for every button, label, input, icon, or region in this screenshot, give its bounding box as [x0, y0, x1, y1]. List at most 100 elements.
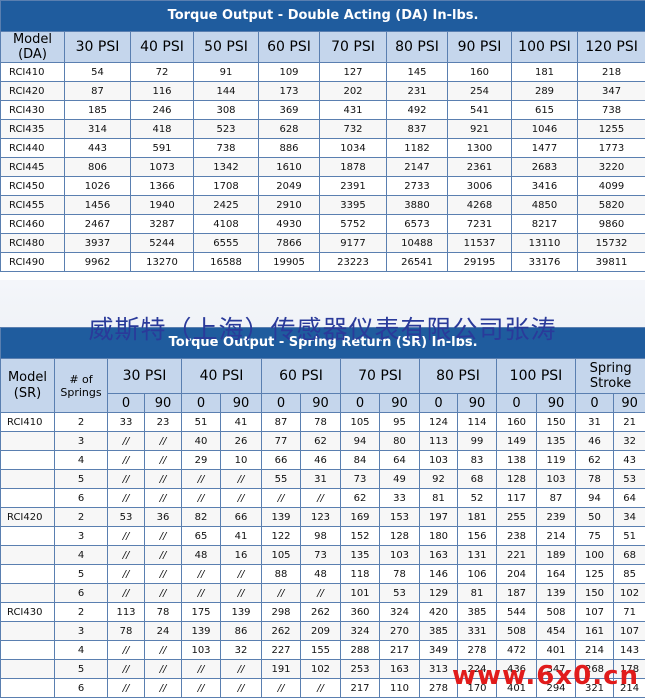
da-value-cell: 3395	[320, 196, 387, 215]
sr-value-cell: 78	[108, 622, 145, 641]
da-value-cell: 173	[259, 82, 320, 101]
sr-value-cell: 139	[221, 603, 262, 622]
sr-value-cell: 81	[420, 489, 458, 508]
da-value-cell: 218	[578, 63, 645, 82]
da-value-cell: 127	[320, 63, 387, 82]
sr-header-row: Model(SR) # ofSprings 30 PSI 40 PSI 60 P…	[1, 359, 645, 394]
da-value-cell: 109	[259, 63, 320, 82]
da-value-cell: 418	[131, 120, 194, 139]
sr-value-cell: 238	[497, 527, 537, 546]
sr-value-cell: //	[145, 470, 182, 489]
sr-value-cell: 385	[458, 603, 497, 622]
sr-value-cell: 401	[537, 641, 576, 660]
table-row: 5////////88481187814610620416412585	[1, 565, 645, 584]
sr-model-cell	[1, 451, 55, 470]
sr-springs-header: # ofSprings	[55, 359, 108, 413]
sr-value-cell: //	[108, 451, 145, 470]
sr-springs-cell: 5	[55, 470, 108, 489]
da-value-cell: 181	[512, 63, 578, 82]
sr-value-cell: 420	[420, 603, 458, 622]
da-value-cell: 202	[320, 82, 387, 101]
sr-value-cell: 106	[458, 565, 497, 584]
sr-value-cell: 288	[341, 641, 380, 660]
sr-value-cell: 161	[576, 622, 614, 641]
da-psi-header: 40 PSI	[131, 32, 194, 63]
sr-value-cell: 98	[301, 527, 341, 546]
sr-psi-header: 70 PSI	[341, 359, 420, 394]
sr-stroke-header: SpringStroke	[576, 359, 645, 394]
da-value-cell: 369	[259, 101, 320, 120]
sr-value-cell: 36	[145, 508, 182, 527]
sr-value-cell: 41	[221, 413, 262, 432]
company-watermark: 威斯特（上海）传感器仪表有限公司张涛	[0, 310, 645, 346]
sr-angle-header: 90	[458, 394, 497, 413]
sr-value-cell: 189	[537, 546, 576, 565]
sr-springs-cell: 6	[55, 679, 108, 698]
sr-value-cell: 149	[497, 432, 537, 451]
da-value-cell: 347	[578, 82, 645, 101]
sr-value-cell: 68	[458, 470, 497, 489]
sr-springs-cell: 5	[55, 565, 108, 584]
sr-value-cell: //	[182, 489, 221, 508]
table-row: RCI43531441852362873283792110461255	[1, 120, 645, 139]
sr-value-cell: 26	[221, 432, 262, 451]
sr-angle-header: 90	[380, 394, 420, 413]
da-value-cell: 11537	[448, 234, 512, 253]
sr-value-cell: 103	[537, 470, 576, 489]
da-value-cell: 431	[320, 101, 387, 120]
da-model-cell: RCI430	[1, 101, 65, 120]
sr-value-cell: 16	[221, 546, 262, 565]
sr-value-cell: 187	[497, 584, 537, 603]
da-value-cell: 886	[259, 139, 320, 158]
sr-value-cell: //	[145, 451, 182, 470]
table-row: RCI4458061073134216101878214723612683322…	[1, 158, 645, 177]
sr-springs-cell: 2	[55, 603, 108, 622]
da-value-cell: 738	[194, 139, 259, 158]
sr-value-cell: 181	[458, 508, 497, 527]
da-value-cell: 23223	[320, 253, 387, 272]
sr-torque-table: Torque Output - Spring Return (SR) In-lb…	[0, 327, 645, 698]
da-value-cell: 541	[448, 101, 512, 120]
sr-value-cell: 102	[301, 660, 341, 679]
da-value-cell: 54	[65, 63, 131, 82]
sr-value-cell: 508	[497, 622, 537, 641]
sr-value-cell: 52	[458, 489, 497, 508]
sr-angle-header: 0	[262, 394, 301, 413]
da-table-title: Torque Output - Double Acting (DA) In-lb…	[1, 1, 645, 32]
da-value-cell: 16588	[194, 253, 259, 272]
table-row: RCI4803937524465557866917710488115371311…	[1, 234, 645, 253]
da-value-cell: 6555	[194, 234, 259, 253]
sr-value-cell: 53	[108, 508, 145, 527]
da-model-cell: RCI445	[1, 158, 65, 177]
sr-value-cell: 49	[380, 470, 420, 489]
da-psi-header: 100 PSI	[512, 32, 578, 63]
sr-value-cell: 41	[221, 527, 262, 546]
table-row: RCI4602467328741084930575265737231821798…	[1, 215, 645, 234]
sr-value-cell: //	[182, 660, 221, 679]
sr-value-cell: //	[182, 565, 221, 584]
da-value-cell: 3416	[512, 177, 578, 196]
sr-value-cell: //	[221, 660, 262, 679]
sr-value-cell: 105	[262, 546, 301, 565]
sr-model-cell	[1, 470, 55, 489]
sr-value-cell: 131	[458, 546, 497, 565]
sr-value-cell: //	[108, 432, 145, 451]
sr-value-cell: 204	[497, 565, 537, 584]
sr-value-cell: 544	[497, 603, 537, 622]
table-row: 5////////5531734992681281037853	[1, 470, 645, 489]
sr-value-cell: 214	[537, 527, 576, 546]
sr-psi-header: 30 PSI	[108, 359, 182, 394]
sr-value-cell: 191	[262, 660, 301, 679]
da-value-cell: 921	[448, 120, 512, 139]
sr-springs-cell: 6	[55, 584, 108, 603]
sr-model-cell	[1, 432, 55, 451]
da-model-cell: RCI420	[1, 82, 65, 101]
sr-model-cell: RCI410	[1, 413, 55, 432]
sr-springs-cell: 3	[55, 432, 108, 451]
da-value-cell: 1342	[194, 158, 259, 177]
sr-value-cell: 55	[262, 470, 301, 489]
sr-value-cell: //	[262, 584, 301, 603]
da-value-cell: 231	[387, 82, 448, 101]
sr-value-cell: 155	[301, 641, 341, 660]
sr-value-cell: 94	[341, 432, 380, 451]
